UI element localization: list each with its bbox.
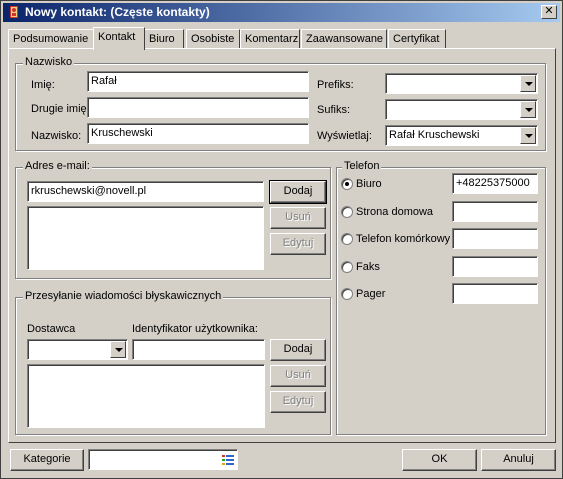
chevron-down-icon[interactable] <box>110 341 126 358</box>
phone-field-office[interactable]: +48225375000 <box>452 173 538 194</box>
im-list[interactable] <box>27 364 265 428</box>
last-name-field[interactable]: Kruschewski <box>87 123 309 144</box>
phone-radio-home[interactable] <box>341 206 353 218</box>
suffix-label: Sufiks: <box>317 104 351 116</box>
prefix-dropdown[interactable] <box>385 73 538 94</box>
phone-field-home[interactable] <box>452 201 538 222</box>
first-name-field[interactable]: Rafał <box>87 71 309 92</box>
display-dropdown[interactable]: Rafał Kruschewski <box>385 125 538 146</box>
middle-name-label: Drugie imię: <box>31 103 90 115</box>
name-group-legend: Nazwisko <box>23 56 75 68</box>
contact-dialog: Nowy kontakt: (Częste kontakty) ✕ Podsum… <box>0 0 563 479</box>
im-group-legend: Przesyłanie wiadomości błyskawicznych <box>23 290 224 302</box>
user-id-label: Identyfikator użytkownika: <box>132 323 258 335</box>
prefix-label: Prefiks: <box>317 79 354 91</box>
cancel-button[interactable]: Anuluj <box>481 449 556 471</box>
categories-button[interactable]: Kategorie <box>10 449 84 471</box>
tab-personal[interactable]: Osobiste <box>186 29 240 49</box>
tab-label: Zaawansowane <box>306 33 384 45</box>
display-value: Rafał Kruschewski <box>389 129 480 141</box>
phone-group-legend: Telefon <box>342 160 382 172</box>
email-group-legend: Adres e-mail: <box>23 160 92 172</box>
categories-field[interactable] <box>88 449 238 470</box>
phone-radio-fax[interactable] <box>341 261 353 273</box>
chevron-down-icon[interactable] <box>520 127 536 144</box>
contact-book-icon <box>10 6 18 18</box>
im-remove-button[interactable]: Usuń <box>270 365 326 387</box>
phone-field-fax[interactable] <box>452 256 538 277</box>
tab-label: Kontakt <box>98 31 136 43</box>
email-edit-button[interactable]: Edytuj <box>270 233 326 255</box>
tab-label: Biuro <box>149 33 175 45</box>
email-list[interactable] <box>27 206 264 270</box>
email-add-button[interactable]: Dodaj <box>269 180 327 204</box>
title-bar[interactable]: Nowy kontakt: (Częste kontakty) ✕ <box>3 3 560 22</box>
phone-radio-pager[interactable] <box>341 288 353 300</box>
last-name-label: Nazwisko: <box>31 130 82 142</box>
tab-advanced[interactable]: Zaawansowane <box>301 29 387 49</box>
provider-label: Dostawca <box>27 323 76 335</box>
phone-label-office: Biuro <box>356 178 382 190</box>
tab-summary[interactable]: Podsumowanie <box>8 29 94 49</box>
phone-radio-mobile[interactable] <box>341 233 353 245</box>
tab-label: Certyfikat <box>393 33 440 45</box>
phone-field-pager[interactable] <box>452 283 538 304</box>
tab-comment[interactable]: Komentarz <box>240 29 300 49</box>
tab-certificate[interactable]: Certyfikat <box>388 29 446 49</box>
suffix-dropdown[interactable] <box>385 99 538 120</box>
ok-button[interactable]: OK <box>402 449 477 471</box>
tab-label: Osobiste <box>191 33 235 45</box>
chevron-down-icon[interactable] <box>520 75 536 92</box>
close-button[interactable]: ✕ <box>541 5 557 19</box>
tab-contact[interactable]: Kontakt <box>93 27 145 50</box>
phone-label-fax: Faks <box>356 261 380 273</box>
first-name-label: Imię: <box>31 79 55 91</box>
tab-label: Podsumowanie <box>13 33 89 45</box>
phone-label-home: Strona domowa <box>356 206 434 218</box>
user-id-input[interactable] <box>132 339 265 360</box>
tab-office[interactable]: Biuro <box>144 29 184 49</box>
chevron-down-icon[interactable] <box>520 101 536 118</box>
provider-dropdown[interactable] <box>27 339 128 360</box>
im-add-button[interactable]: Dodaj <box>270 339 326 361</box>
middle-name-field[interactable] <box>87 97 309 118</box>
im-edit-button[interactable]: Edytuj <box>270 391 326 413</box>
email-input[interactable]: rkruschewski@novell.pl <box>27 181 264 202</box>
tab-label: Komentarz <box>245 33 299 45</box>
phone-radio-office[interactable] <box>341 178 353 190</box>
email-remove-button[interactable]: Usuń <box>270 207 326 229</box>
phone-field-mobile[interactable] <box>452 228 538 249</box>
display-label: Wyświetlaj: <box>317 130 372 142</box>
phone-label-mobile: Telefon komórkowy <box>356 233 451 245</box>
phone-label-pager: Pager <box>356 288 386 300</box>
window-title: Nowy kontakt: (Częste kontakty) <box>25 5 210 19</box>
categories-list-icon[interactable] <box>222 454 234 465</box>
